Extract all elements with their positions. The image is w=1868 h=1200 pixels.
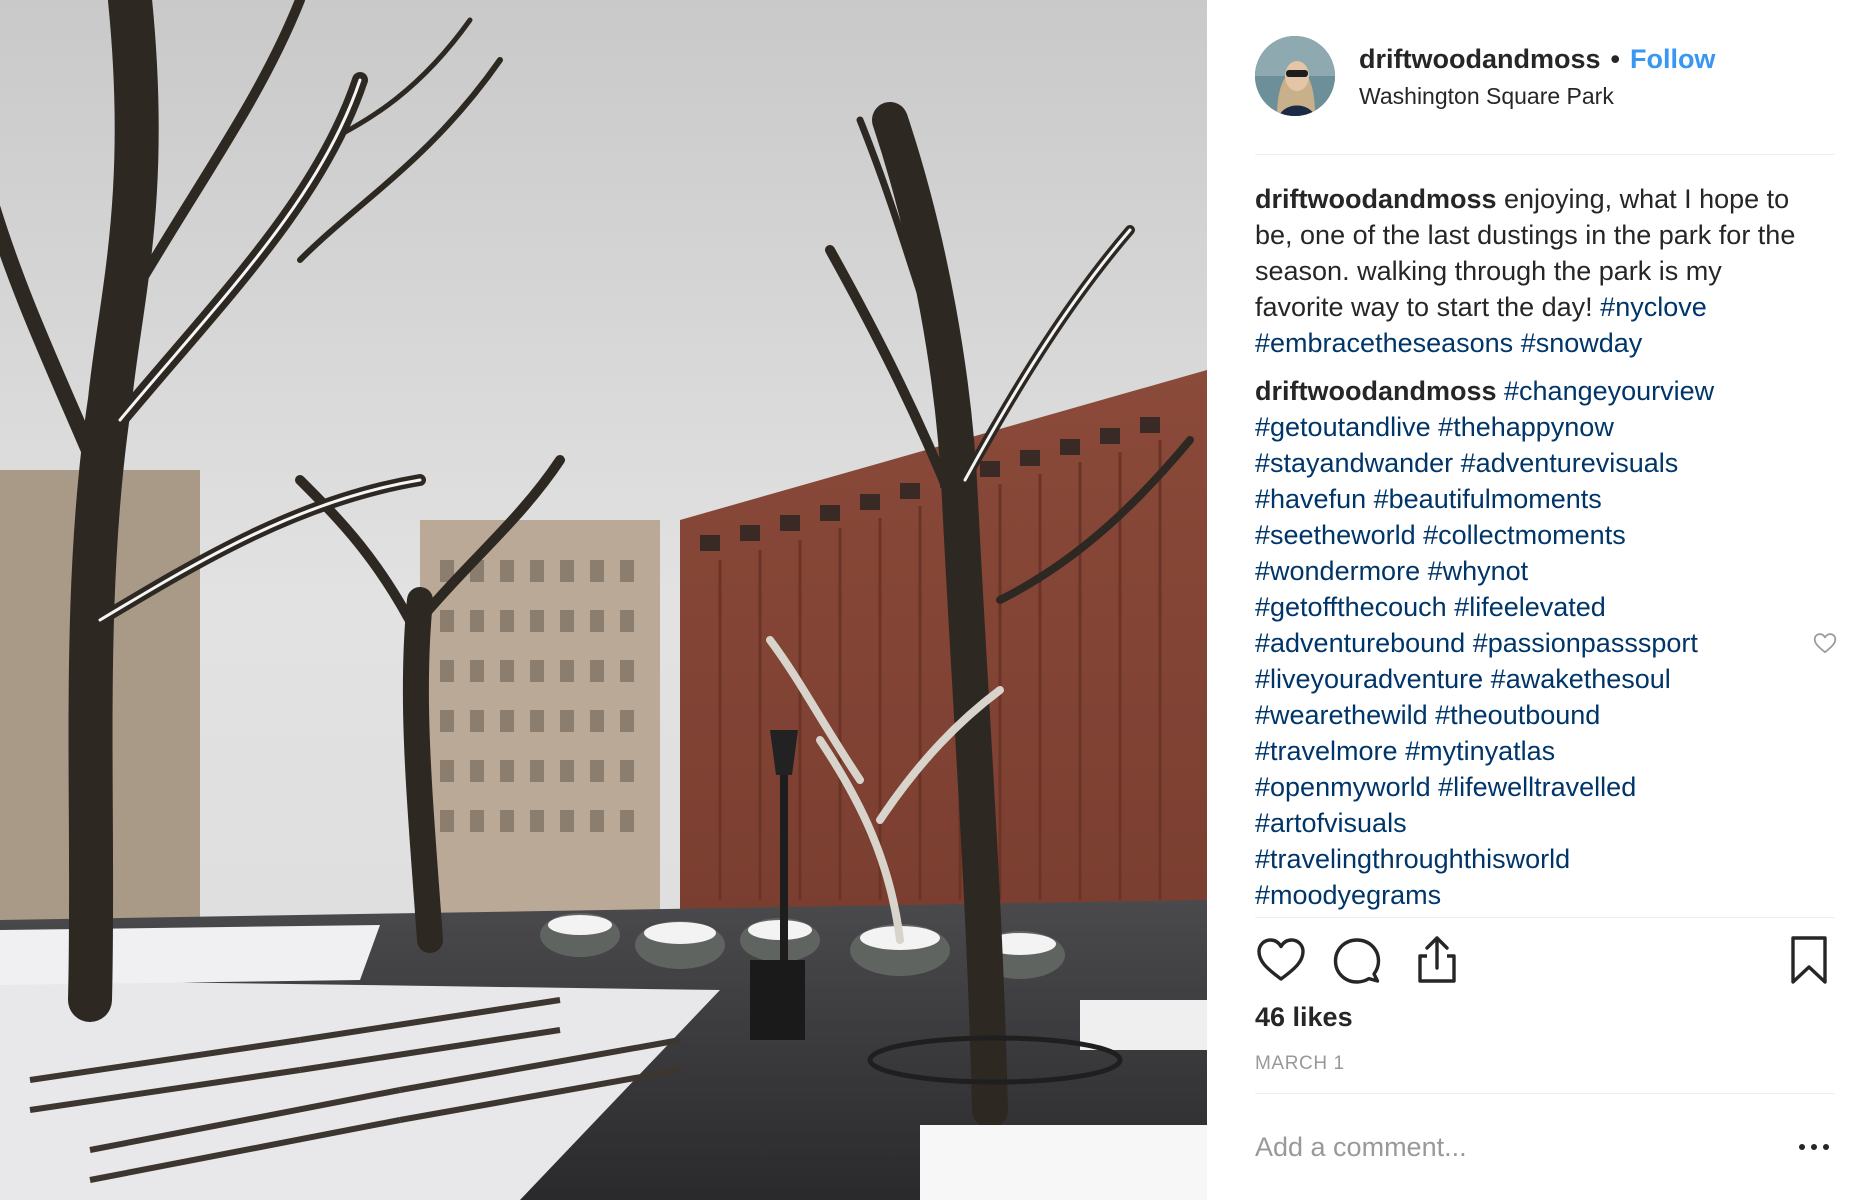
comment-divider <box>1255 1093 1835 1094</box>
hashtag[interactable]: #beautifulmoments <box>1374 484 1602 514</box>
heart-icon[interactable] <box>1255 934 1307 986</box>
heart-outline-icon[interactable] <box>1812 630 1838 656</box>
park-snow-photo <box>0 0 1207 1200</box>
share-icon[interactable] <box>1411 934 1463 986</box>
hashtag[interactable]: #passionpasssport <box>1473 628 1698 658</box>
hashtag[interactable]: #havefun <box>1255 484 1366 514</box>
hashtag[interactable]: #snowday <box>1521 328 1643 358</box>
avatar-image <box>1255 36 1335 116</box>
hashtag-comment: driftwoodandmoss #changeyourview #getout… <box>1255 373 1800 913</box>
post-details-panel: driftwoodandmoss • Follow Washington Squ… <box>1207 0 1868 1200</box>
avatar[interactable] <box>1255 36 1335 116</box>
hashtag[interactable]: #getoutandlive <box>1255 412 1431 442</box>
hashtag[interactable]: #liveyouradventure <box>1255 664 1483 694</box>
hashtag[interactable]: #changeyourview <box>1504 376 1714 406</box>
separator-dot: • <box>1610 43 1620 74</box>
comment-username[interactable]: driftwoodandmoss <box>1255 376 1497 406</box>
hashtag[interactable]: #collectmoments <box>1423 520 1626 550</box>
hashtag[interactable]: #openmyworld <box>1255 772 1431 802</box>
post-header: driftwoodandmoss • Follow Washington Squ… <box>1255 36 1824 116</box>
hashtag[interactable]: #mytinyatlas <box>1405 736 1555 766</box>
comments-list: driftwoodandmoss enjoying, what I hope t… <box>1255 181 1800 925</box>
actions-divider <box>1255 917 1835 918</box>
add-comment-input[interactable] <box>1255 1125 1775 1169</box>
hashtag[interactable]: #adventurevisuals <box>1461 448 1679 478</box>
post-date: MARCH 1 <box>1255 1053 1345 1074</box>
hashtag[interactable]: #theoutbound <box>1435 700 1600 730</box>
post-username[interactable]: driftwoodandmoss <box>1359 42 1601 76</box>
follow-button[interactable]: Follow <box>1630 42 1715 76</box>
likes-count[interactable]: 46 likes <box>1255 1000 1353 1034</box>
hashtag[interactable]: #travelingthroughthisworld <box>1255 844 1570 874</box>
action-bar <box>1255 934 1835 992</box>
hashtag[interactable]: #lifeelevated <box>1454 592 1606 622</box>
hashtag[interactable]: #awakethesoul <box>1491 664 1671 694</box>
hashtag[interactable]: #stayandwander <box>1255 448 1453 478</box>
hashtag[interactable]: #embracetheseasons <box>1255 328 1513 358</box>
hashtag[interactable]: #whynot <box>1428 556 1529 586</box>
hashtag[interactable]: #wondermore <box>1255 556 1420 586</box>
location-link[interactable]: Washington Square Park <box>1359 81 1715 111</box>
hashtag[interactable]: #seetheworld <box>1255 520 1416 550</box>
hashtag[interactable]: #moodyegrams <box>1255 880 1441 910</box>
hashtag[interactable]: #lifewelltravelled <box>1438 772 1636 802</box>
hashtag[interactable]: #getoffthecouch <box>1255 592 1447 622</box>
hashtag[interactable]: #travelmore <box>1255 736 1398 766</box>
comment-username[interactable]: driftwoodandmoss <box>1255 184 1497 214</box>
speech-bubble-icon[interactable] <box>1331 934 1383 986</box>
caption-comment: driftwoodandmoss enjoying, what I hope t… <box>1255 181 1800 361</box>
header-divider <box>1255 154 1835 155</box>
hashtag[interactable]: #thehappynow <box>1438 412 1614 442</box>
hashtag[interactable]: #adventurebound <box>1255 628 1465 658</box>
post-photo[interactable] <box>0 0 1207 1200</box>
hashtag[interactable]: #nyclove <box>1600 292 1707 322</box>
hashtag[interactable]: #artofvisuals <box>1255 808 1407 838</box>
more-options-icon[interactable] <box>1794 1132 1838 1162</box>
bookmark-icon[interactable] <box>1783 934 1835 986</box>
instagram-post: driftwoodandmoss • Follow Washington Squ… <box>0 0 1868 1200</box>
hashtag[interactable]: #wearethewild <box>1255 700 1428 730</box>
